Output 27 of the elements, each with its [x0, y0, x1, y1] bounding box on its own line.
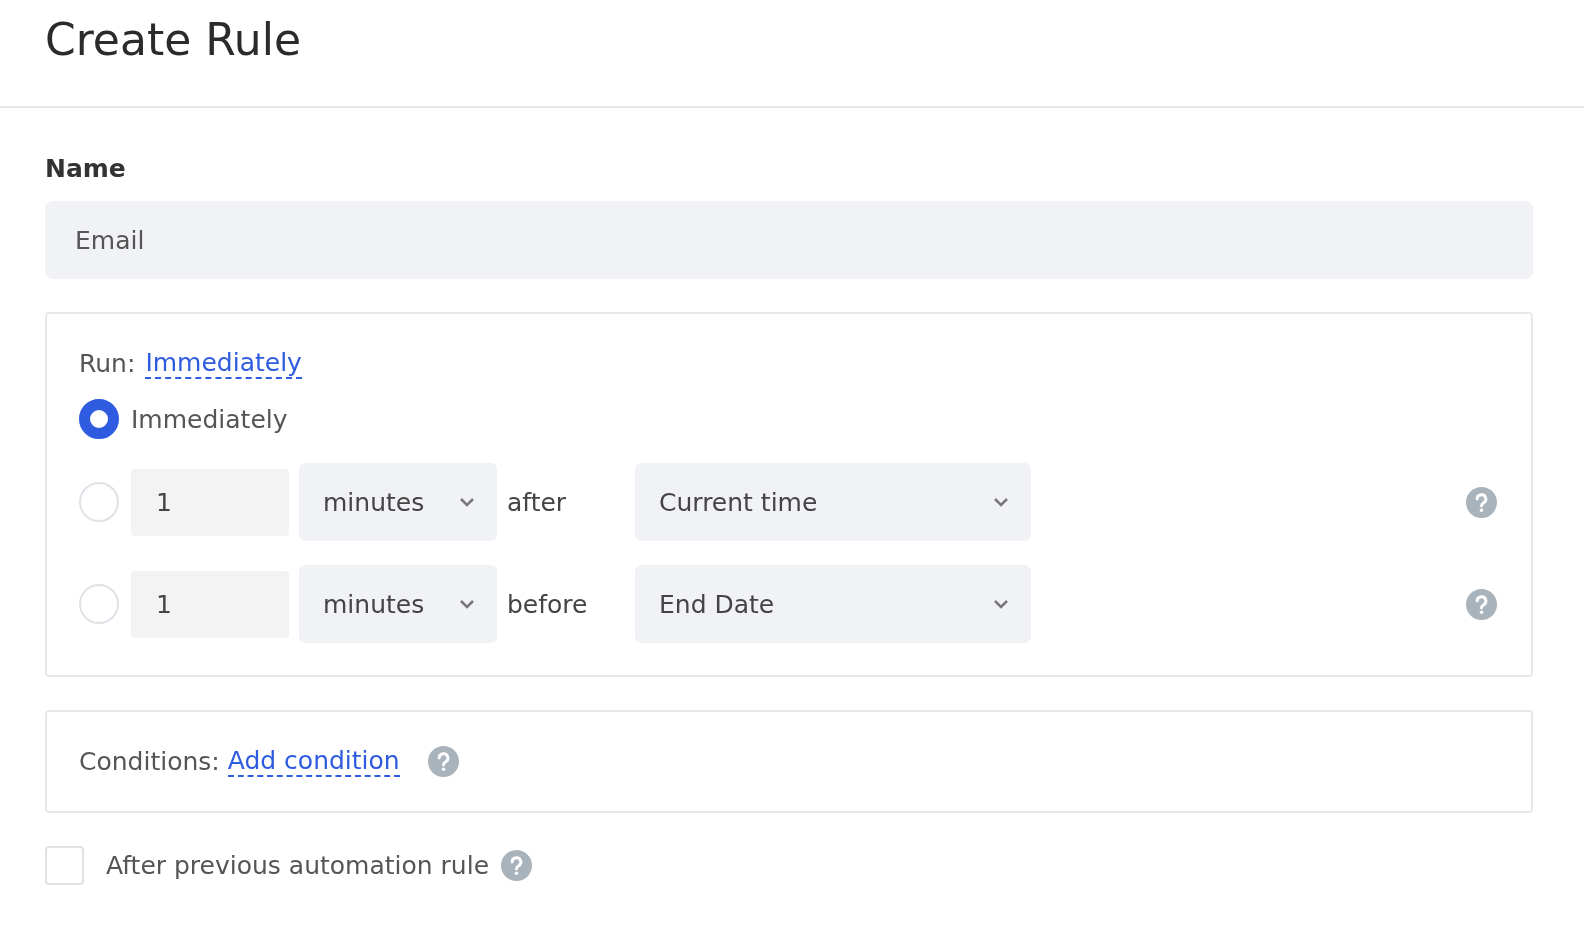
- radio-button[interactable]: [79, 399, 119, 439]
- name-input[interactable]: Email: [45, 201, 1533, 279]
- field-label: Name: [45, 154, 127, 183]
- caret-icon: [459, 599, 475, 609]
- checkbox[interactable]: [45, 846, 84, 885]
- add-condition-link[interactable]: Add condition: [227, 746, 400, 777]
- relation-label: before: [506, 589, 589, 619]
- reference-select[interactable]: Current time: [635, 463, 1031, 541]
- help-icon[interactable]: [1466, 588, 1497, 620]
- page-title: Create Rule: [45, 14, 302, 65]
- caret-icon: [993, 599, 1009, 609]
- conditions-label: Conditions:: [79, 747, 220, 776]
- caret-icon: [993, 497, 1009, 507]
- reference-select[interactable]: End Date: [635, 565, 1031, 643]
- checkbox-label: After previous automation rule: [106, 851, 490, 880]
- amount-input[interactable]: 1: [131, 468, 289, 536]
- help-icon[interactable]: [1466, 486, 1497, 518]
- unit-select[interactable]: minutes: [299, 565, 497, 643]
- amount-input[interactable]: 1: [131, 570, 289, 638]
- caret-icon: [459, 497, 475, 507]
- unit-select[interactable]: minutes: [299, 463, 497, 541]
- help-icon[interactable]: [501, 850, 533, 881]
- run-link[interactable]: Immediately: [145, 348, 302, 379]
- option-label: Immediately: [131, 404, 288, 434]
- help-icon[interactable]: [427, 746, 459, 777]
- relation-label: after: [506, 487, 568, 517]
- run-label: Run:: [79, 349, 136, 378]
